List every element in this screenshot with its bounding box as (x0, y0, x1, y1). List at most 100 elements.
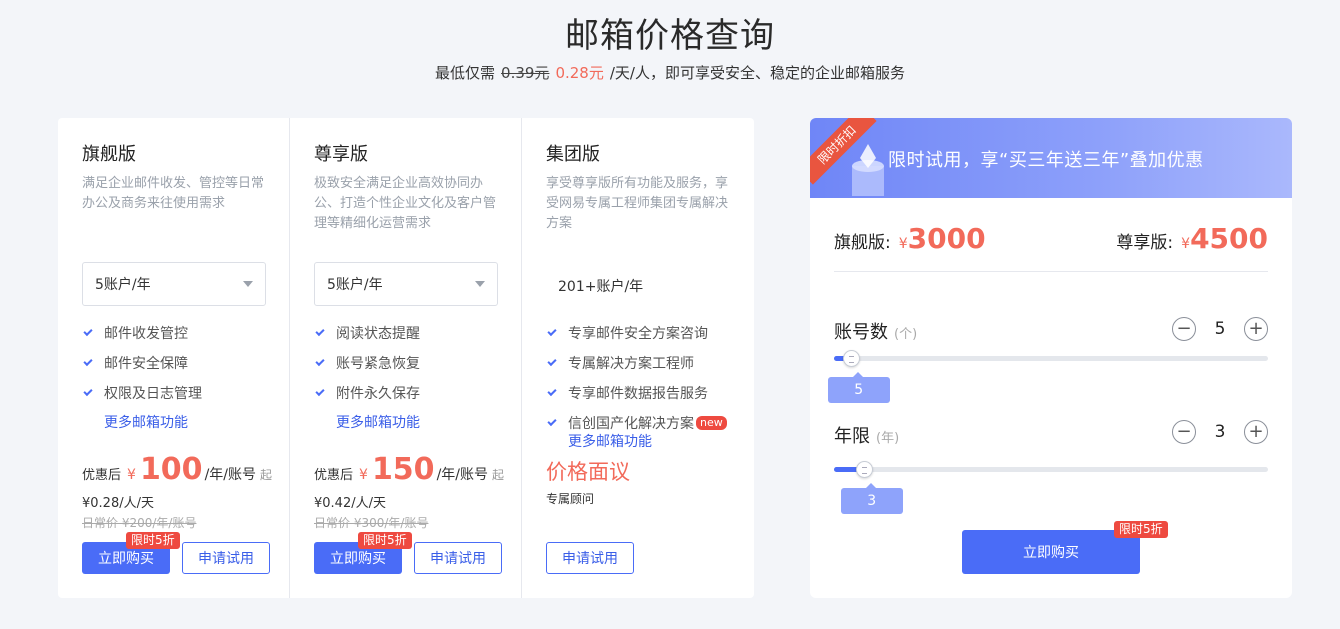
accounts-slider[interactable] (834, 350, 1268, 367)
flagship-promo-price: 旗舰版: ¥3000 (834, 222, 986, 255)
plan-name: 集团版 (546, 144, 600, 165)
price-line: 优惠后 ¥100/年/账号起 (82, 452, 272, 487)
flagship-label: 旗舰版: (834, 233, 891, 253)
check-icon (547, 386, 557, 397)
dropdown-arrow-icon (243, 281, 253, 287)
feature-item: 账号紧急恢复 (315, 348, 420, 378)
cube-illustration-icon (852, 144, 884, 196)
trial-button[interactable]: 申请试用 (546, 542, 634, 574)
check-icon (315, 326, 325, 337)
accounts-slider-handle[interactable] (842, 350, 860, 367)
currency-symbol: ¥ (127, 467, 136, 483)
account-select-value: 5账户/年 (95, 277, 151, 293)
original-price: 日常价 ¥300/年/账号 (314, 516, 429, 530)
price-suffix: 起 (492, 468, 505, 482)
price-suffix: 起 (260, 468, 273, 482)
price-line: 优惠后 ¥150/年/账号起 (314, 452, 504, 487)
feature-label: 专享邮件数据报告服务 (568, 386, 708, 402)
minus-button[interactable]: − (1172, 420, 1196, 444)
promo-headline: 限时试用，享“买三年送三年”叠加优惠 (888, 150, 1204, 171)
price-value: 150 (371, 452, 435, 487)
years-stepper: − 3 + (1172, 420, 1268, 444)
years-label-text: 年限 (834, 426, 870, 447)
check-icon (547, 416, 557, 427)
trial-button[interactable]: 申请试用 (182, 542, 270, 574)
premium-promo-price: 尊享版: ¥4500 (1116, 222, 1268, 255)
plan-description: 享受尊享版所有功能及服务，享受网易专属工程师集团专属解决方案 (546, 176, 729, 231)
original-price: 日常价 ¥200/年/账号 (82, 516, 197, 530)
feature-item: 附件永久保存 (315, 378, 420, 408)
plus-button[interactable]: + (1244, 420, 1268, 444)
accounts-label: 账号数 (个) (834, 318, 917, 344)
subtitle-prefix: 最低仅需 (435, 64, 496, 82)
feature-item: 专享邮件数据报告服务 (547, 378, 727, 408)
promo-buy-button[interactable]: 立即购买 (962, 530, 1140, 574)
account-select[interactable]: 5账户/年 (82, 262, 266, 306)
feature-list: 邮件收发管控 邮件安全保障 权限及日志管理 (83, 318, 202, 408)
price-negotiable: 价格面议 (546, 460, 630, 484)
daily-price: ¥0.28/人/天 (82, 496, 154, 511)
new-price: 0.28元 (555, 64, 604, 82)
feature-item: 权限及日志管理 (83, 378, 202, 408)
premium-label: 尊享版: (1116, 233, 1174, 253)
feature-item: 阅读状态提醒 (315, 318, 420, 348)
promo-banner: 限时试用，享“买三年送三年”叠加优惠 限时折扣 (810, 118, 1292, 198)
minus-button[interactable]: − (1172, 317, 1196, 341)
premium-price: 4500 (1190, 222, 1268, 255)
plans-panel: 旗舰版 满足企业邮件收发、管控等日常办公及商务来往使用需求 5账户/年 邮件收发… (58, 118, 754, 598)
plan-group: 集团版 享受尊享版所有功能及服务，享受网易专属工程师集团专属解决方案 201+账… (522, 118, 754, 598)
price-prefix: 优惠后 (314, 468, 354, 483)
dedicated-consultant: 专属顾问 (546, 492, 595, 506)
discount-tag: 限时5折 (126, 532, 180, 549)
more-features-link[interactable]: 更多邮箱功能 (568, 431, 652, 451)
check-icon (83, 356, 93, 367)
more-features-link[interactable]: 更多邮箱功能 (336, 412, 420, 432)
feature-item: 专享邮件安全方案咨询 (547, 318, 727, 348)
more-features-link[interactable]: 更多邮箱功能 (104, 412, 188, 432)
plan-description: 极致安全满足企业高效协同办公、打造个性企业文化及客户管理等精细化运营需求 (314, 176, 497, 231)
check-icon (547, 356, 557, 367)
old-price: 0.39元 (501, 64, 550, 82)
feature-label: 专属解决方案工程师 (568, 356, 694, 372)
currency-symbol: ¥ (1181, 236, 1191, 252)
price-prefix: 优惠后 (82, 468, 122, 483)
years-value[interactable]: 3 (1196, 422, 1244, 442)
flagship-price: 3000 (907, 222, 986, 255)
years-slider-handle[interactable] (855, 461, 873, 478)
years-unit: (年) (876, 431, 900, 446)
dropdown-arrow-icon (475, 281, 485, 287)
plus-button[interactable]: + (1244, 317, 1268, 341)
feature-label: 信创国产化解决方案 (568, 416, 694, 432)
plan-flagship: 旗舰版 满足企业邮件收发、管控等日常办公及商务来往使用需求 5账户/年 邮件收发… (58, 118, 290, 598)
plan-description: 满足企业邮件收发、管控等日常办公及商务来往使用需求 (82, 176, 265, 211)
currency-symbol: ¥ (898, 236, 908, 252)
feature-label: 账号紧急恢复 (336, 356, 420, 372)
feature-list: 专享邮件安全方案咨询 专属解决方案工程师 专享邮件数据报告服务 信创国产化解决方… (547, 318, 727, 438)
price-value: 100 (139, 452, 203, 487)
page-title: 邮箱价格查询 (565, 16, 775, 56)
accounts-unit: (个) (894, 327, 918, 342)
promo-panel: 限时试用，享“买三年送三年”叠加优惠 限时折扣 旗舰版: ¥3000 尊享版: ¥4… (810, 118, 1292, 598)
account-select-value: 5账户/年 (327, 277, 383, 293)
discount-tag: 限时5折 (1114, 521, 1168, 538)
price-unit: /年/账号 (436, 467, 488, 483)
feature-item: 专属解决方案工程师 (547, 348, 727, 378)
plan-premium: 尊享版 极致安全满足企业高效协同办公、打造个性企业文化及客户管理等精细化运营需求… (290, 118, 522, 598)
feature-label: 权限及日志管理 (104, 386, 202, 402)
feature-label: 邮件收发管控 (104, 326, 188, 342)
account-select[interactable]: 5账户/年 (314, 262, 498, 306)
feature-label: 附件永久保存 (336, 386, 420, 402)
check-icon (83, 326, 93, 337)
check-icon (83, 386, 93, 397)
feature-label: 邮件安全保障 (104, 356, 188, 372)
account-range: 201+账户/年 (558, 279, 644, 295)
feature-item: 邮件收发管控 (83, 318, 202, 348)
trial-button[interactable]: 申请试用 (414, 542, 502, 574)
feature-list: 阅读状态提醒 账号紧急恢复 附件永久保存 (315, 318, 420, 408)
years-slider[interactable] (834, 461, 1268, 478)
accounts-value[interactable]: 5 (1196, 319, 1244, 339)
check-icon (547, 326, 557, 337)
promo-prices: 旗舰版: ¥3000 尊享版: ¥4500 (834, 222, 1268, 272)
daily-price: ¥0.42/人/天 (314, 496, 386, 511)
discount-tag: 限时5折 (358, 532, 412, 549)
